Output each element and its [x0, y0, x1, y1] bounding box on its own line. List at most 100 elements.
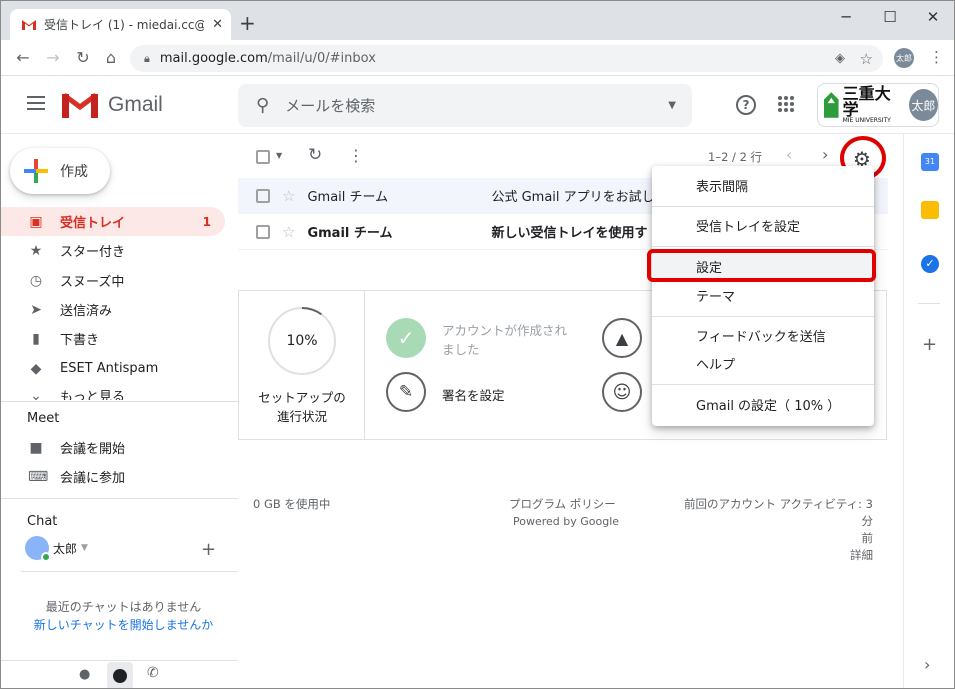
help-icon[interactable]: ?: [736, 95, 756, 115]
storage-usage: 0 GB を使用中: [253, 497, 331, 511]
menu-item-themes[interactable]: テーマ: [652, 281, 874, 309]
keep-icon[interactable]: [921, 201, 939, 219]
chat-user-name: 太郎: [53, 541, 78, 556]
meet-item-label: 会議を開始: [60, 442, 126, 457]
sidebar: 作成 ▣ 受信トレイ 1 ★ スター付き ◷ スヌーズ中 ➤ 送信済み ▮ 下書…: [1, 134, 238, 688]
gmail-m-icon: [62, 93, 98, 118]
refresh-icon[interactable]: ↻: [308, 145, 322, 165]
plus-icon: [24, 159, 48, 183]
progress-label-line2: 進行状況: [276, 409, 327, 424]
main-menu-icon[interactable]: [27, 96, 45, 110]
url-host: mail.google.com: [159, 51, 268, 66]
menu-item-density[interactable]: 表示間隔: [652, 171, 874, 199]
address-bar[interactable]: 🔒︎ mail.google.com/mail/u/0/#inbox ◈ ☆: [130, 45, 883, 72]
sidebar-item-label: 受信トレイ: [60, 216, 126, 231]
star-toggle-icon[interactable]: ☆: [282, 187, 295, 205]
chat-user[interactable]: 太郎 ▼: [25, 536, 88, 562]
search-box[interactable]: ⚲ メールを検索 ▼: [238, 84, 692, 127]
close-tab-icon[interactable]: ✕: [212, 17, 223, 32]
previous-page-icon[interactable]: ‹: [786, 145, 792, 164]
menu-item-label: ヘルプ: [696, 357, 736, 373]
search-options-icon[interactable]: ▼: [668, 100, 676, 111]
calendar-icon[interactable]: 31: [921, 153, 939, 171]
reload-icon[interactable]: ↻: [73, 48, 93, 68]
sidebar-item-sent[interactable]: ➤ 送信済み: [1, 295, 225, 324]
menu-separator: [652, 246, 874, 247]
contacts-icon[interactable]: ●: [79, 667, 90, 682]
back-icon[interactable]: ←: [13, 48, 33, 68]
account-switcher[interactable]: 三重大学 MIE UNIVERSITY 太郎: [817, 83, 939, 127]
meet-section-title: Meet: [27, 411, 60, 426]
bookmark-star-icon[interactable]: ☆: [860, 50, 873, 68]
divider: [1, 498, 238, 499]
task-account-created-line1: アカウントが作成され: [442, 323, 568, 338]
new-chat-icon[interactable]: +: [201, 539, 216, 560]
chat-tab-icon[interactable]: [107, 662, 133, 688]
program-policy-link[interactable]: プログラム ポリシー: [509, 496, 616, 512]
pencil-icon[interactable]: ✎: [386, 372, 426, 412]
tasks-icon[interactable]: ✓: [921, 255, 939, 273]
last-activity: 前回のアカウント アクティビティ: 3 分 前 詳細: [673, 496, 873, 564]
account-avatar[interactable]: 太郎: [908, 89, 938, 121]
browser-menu-icon[interactable]: ⋮: [929, 48, 944, 66]
search-input[interactable]: メールを検索: [285, 95, 652, 116]
star-icon: ★: [29, 242, 43, 259]
account-circle-icon[interactable]: ☺: [602, 372, 642, 412]
expand-panel-icon[interactable]: ›: [924, 655, 930, 674]
keyboard-icon: ⌨: [28, 468, 49, 485]
minimize-icon[interactable]: ─: [824, 5, 868, 29]
start-chat-link[interactable]: 新しいチャットを開始しませんか: [1, 616, 246, 633]
account-avatar-label: 太郎: [911, 98, 936, 113]
menu-item-send-feedback[interactable]: フィードバックを送信: [652, 321, 874, 349]
star-toggle-icon[interactable]: ☆: [282, 223, 295, 241]
last-activity-line1: 前回のアカウント アクティビティ: 3 分: [683, 497, 873, 528]
home-icon[interactable]: ⌂: [101, 48, 121, 68]
search-icon[interactable]: ⚲: [256, 95, 269, 116]
task-set-signature[interactable]: 署名を設定: [442, 385, 505, 404]
close-window-icon[interactable]: ✕: [911, 5, 954, 29]
sidebar-item-inbox[interactable]: ▣ 受信トレイ 1: [1, 207, 225, 236]
profile-avatar[interactable]: 太郎: [894, 48, 914, 68]
menu-item-help[interactable]: ヘルプ: [652, 349, 874, 377]
more-options-icon[interactable]: ⋮: [348, 146, 364, 165]
gmail-logo[interactable]: Gmail: [62, 91, 163, 118]
select-all-checkbox[interactable]: [256, 150, 270, 164]
add-addon-icon[interactable]: +: [922, 334, 937, 355]
divider: [1, 660, 238, 661]
graduation-cap-icon[interactable]: ▲: [602, 318, 642, 358]
select-dropdown-icon[interactable]: ▼: [276, 151, 282, 160]
phone-icon[interactable]: ✆: [147, 665, 159, 681]
meet-join-meeting[interactable]: ⌨ 会議に参加: [1, 462, 225, 491]
maximize-icon[interactable]: ☐: [868, 5, 912, 29]
clock-icon: ◷: [29, 272, 43, 289]
menu-item-label: 表示間隔: [696, 179, 749, 195]
apps-grid-icon[interactable]: [778, 96, 794, 112]
email-checkbox[interactable]: [256, 224, 270, 239]
sidebar-item-label: 下書き: [60, 333, 100, 348]
university-emblem-icon: [824, 92, 839, 118]
meet-start-meeting[interactable]: ■ 会議を開始: [1, 433, 225, 462]
email-checkbox[interactable]: [256, 188, 270, 203]
sidebar-item-snoozed[interactable]: ◷ スヌーズ中: [1, 266, 225, 295]
details-link[interactable]: 詳細: [673, 547, 873, 564]
gmail-favicon-icon: [22, 20, 36, 30]
label-icon: ◆: [30, 360, 42, 377]
account-created-icon: ✓: [386, 318, 426, 358]
menu-item-configure-inbox[interactable]: 受信トレイを設定: [652, 211, 874, 239]
no-chats-text: 最近のチャットはありません: [45, 600, 202, 614]
new-tab-icon[interactable]: +: [239, 13, 256, 33]
url-text: mail.google.com/mail/u/0/#inbox: [160, 51, 376, 66]
sidebar-item-starred[interactable]: ★ スター付き: [1, 236, 225, 265]
next-page-icon[interactable]: ›: [822, 145, 828, 164]
install-app-icon[interactable]: ◈: [835, 51, 845, 66]
tab-title: 受信トレイ (1) - miedai.cc@mie-u.ac.jp: [44, 18, 205, 32]
sidebar-item-more[interactable]: ⌄ もっと見る: [1, 386, 225, 401]
sidebar-item-drafts[interactable]: ▮ 下書き: [1, 324, 225, 353]
sidebar-item-eset-antispam[interactable]: ◆ ESET Antispam: [1, 354, 225, 383]
url-path: /mail/u/0/#inbox: [267, 51, 376, 66]
menu-separator: [652, 384, 874, 385]
forward-icon[interactable]: →: [43, 48, 63, 68]
menu-item-gmail-setup[interactable]: Gmail の設定（ 10% ）: [652, 390, 874, 418]
browser-tab[interactable]: 受信トレイ (1) - miedai.cc@mie-u.ac.jp ✕: [10, 9, 231, 40]
compose-button[interactable]: 作成: [10, 148, 110, 194]
